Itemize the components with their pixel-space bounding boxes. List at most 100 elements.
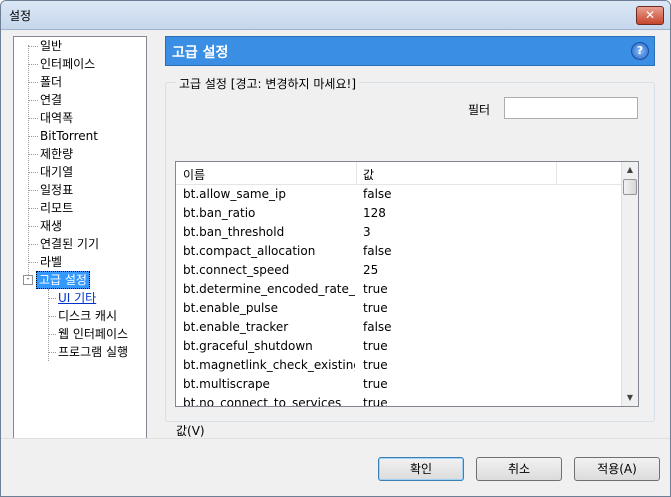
table-row[interactable]: bt.graceful_shutdown true — [176, 337, 622, 356]
dialog-content: 일반 인터페이스 폴더 연결 대역폭 BitTorrent 제한량 대기열 일정… — [1, 30, 670, 496]
help-icon[interactable]: ? — [631, 42, 649, 60]
table-row[interactable]: bt.determine_encoded_rate_fo... true — [176, 280, 622, 299]
setting-name: bt.enable_pulse — [183, 301, 279, 315]
column-header-value[interactable]: 값 — [363, 166, 374, 183]
filter-label: 필터 — [468, 103, 491, 117]
table-row[interactable]: bt.ban_threshold 3 — [176, 223, 622, 242]
tree-item-scheduler[interactable]: 일정표 — [40, 182, 73, 198]
window-title: 설정 — [9, 9, 32, 23]
scroll-thumb[interactable] — [623, 179, 637, 195]
vertical-scrollbar[interactable]: ▲ ▼ — [621, 162, 638, 406]
value-label: 값(V) — [176, 424, 205, 438]
tree-connector — [48, 352, 56, 353]
table-row[interactable]: bt.enable_pulse true — [176, 299, 622, 318]
collapse-toggle[interactable]: - — [23, 275, 33, 285]
tree-item-general[interactable]: 일반 — [40, 38, 62, 54]
group-title: 고급 설정 [경고: 변경하지 마세요!] — [176, 75, 359, 92]
tree-connector — [28, 172, 38, 173]
setting-value: 128 — [363, 206, 386, 220]
setting-value: true — [363, 377, 388, 391]
setting-name: bt.no_connect_to_services — [183, 396, 342, 407]
tree-item-bittorrent[interactable]: BitTorrent — [40, 128, 98, 144]
tree-connector — [48, 316, 56, 317]
table-row[interactable]: bt.connect_speed 25 — [176, 261, 622, 280]
setting-value: false — [363, 187, 392, 201]
list-header: 이름 값 — [176, 162, 622, 185]
filter-input[interactable] — [504, 97, 638, 119]
column-header-name[interactable]: 이름 — [183, 166, 205, 183]
tree-connector — [28, 262, 38, 263]
tree-item-run-program[interactable]: 프로그램 실행 — [58, 344, 128, 360]
setting-name: bt.ban_ratio — [183, 206, 256, 220]
tree-guide-line — [28, 45, 29, 275]
advanced-settings-group: 고급 설정 [경고: 변경하지 마세요!] 필터 이름 값 bt.allow_s… — [165, 75, 655, 438]
setting-value: 25 — [363, 263, 379, 277]
tree-guide-line — [48, 289, 49, 361]
tree-connector — [48, 298, 56, 299]
table-row[interactable]: bt.no_connect_to_services true — [176, 394, 622, 407]
cancel-button[interactable]: 취소 — [476, 457, 562, 481]
tree-connector — [28, 154, 38, 155]
table-row[interactable]: bt.multiscrape true — [176, 375, 622, 394]
tree-item-web-ui[interactable]: 웹 인터페이스 — [58, 326, 128, 342]
setting-value: true — [363, 358, 388, 372]
tree-connector — [28, 244, 38, 245]
panel-header: 고급 설정 ? — [165, 36, 655, 66]
tree-connector — [28, 64, 38, 65]
tree-connector — [28, 46, 38, 47]
tree-item-folders[interactable]: 폴더 — [40, 74, 62, 90]
setting-value: true — [363, 282, 388, 296]
setting-value: true — [363, 339, 388, 353]
settings-list[interactable]: 이름 값 bt.allow_same_ip false bt.ban_ratio… — [175, 161, 639, 407]
table-row[interactable]: bt.magnetlink_check_existing_... true — [176, 356, 622, 375]
tree-item-disk-cache[interactable]: 디스크 캐시 — [58, 308, 117, 324]
table-row[interactable]: bt.ban_ratio 128 — [176, 204, 622, 223]
tree-item-bandwidth[interactable]: 대역폭 — [40, 110, 73, 126]
column-separator[interactable] — [356, 162, 357, 184]
scroll-down-icon[interactable]: ▼ — [622, 390, 638, 406]
setting-name: bt.magnetlink_check_existing_... — [183, 358, 355, 372]
table-row[interactable]: bt.allow_same_ip false — [176, 185, 622, 204]
table-row[interactable]: bt.enable_tracker false — [176, 318, 622, 337]
tree-connector — [28, 226, 38, 227]
setting-name: bt.compact_allocation — [183, 244, 316, 258]
tree-item-connection[interactable]: 연결 — [40, 92, 62, 108]
tree-item-interface[interactable]: 인터페이스 — [40, 56, 95, 72]
scroll-up-icon[interactable]: ▲ — [622, 162, 638, 178]
button-bar: 확인 취소 적용(A) — [1, 438, 670, 496]
tree-item-advanced[interactable]: 고급 설정 — [36, 271, 90, 289]
tree-item-ui-extras[interactable]: UI 기타 — [58, 290, 96, 306]
tree-connector — [28, 100, 38, 101]
column-separator[interactable] — [556, 162, 557, 184]
setting-name: bt.multiscrape — [183, 377, 270, 391]
tree-connector — [28, 208, 38, 209]
tree-item-remote[interactable]: 리모트 — [40, 200, 73, 216]
setting-name: bt.allow_same_ip — [183, 187, 286, 201]
panel-title: 고급 설정 — [172, 45, 229, 61]
tree-connector — [28, 82, 38, 83]
tree-item-queueing[interactable]: 대기열 — [40, 164, 73, 180]
setting-name: bt.enable_tracker — [183, 320, 289, 334]
setting-name: bt.determine_encoded_rate_fo... — [183, 282, 355, 296]
settings-window: 설정 ✕ 일반 인터페이스 폴더 연결 대역폭 BitTorrent 제한량 대… — [0, 0, 671, 497]
tree-item-paired-devices[interactable]: 연결된 기기 — [40, 236, 99, 252]
title-bar: 설정 ✕ — [1, 1, 670, 30]
setting-name: bt.ban_threshold — [183, 225, 285, 239]
setting-value: true — [363, 301, 388, 315]
close-button[interactable]: ✕ — [636, 6, 664, 25]
setting-value: 3 — [363, 225, 371, 239]
tree-item-playback[interactable]: 재생 — [40, 218, 62, 234]
tree-connector — [28, 118, 38, 119]
setting-value: false — [363, 320, 392, 334]
table-row[interactable]: bt.compact_allocation false — [176, 242, 622, 261]
apply-button[interactable]: 적용(A) — [574, 457, 660, 481]
tree-connector — [28, 136, 38, 137]
tree-connector — [48, 334, 56, 335]
category-tree: 일반 인터페이스 폴더 연결 대역폭 BitTorrent 제한량 대기열 일정… — [13, 36, 147, 440]
setting-value: false — [363, 244, 392, 258]
tree-item-transfer-cap[interactable]: 제한량 — [40, 146, 73, 162]
tree-connector — [28, 190, 38, 191]
tree-item-labels[interactable]: 라벨 — [40, 254, 62, 270]
ok-button[interactable]: 확인 — [378, 457, 464, 481]
setting-value: true — [363, 396, 388, 407]
